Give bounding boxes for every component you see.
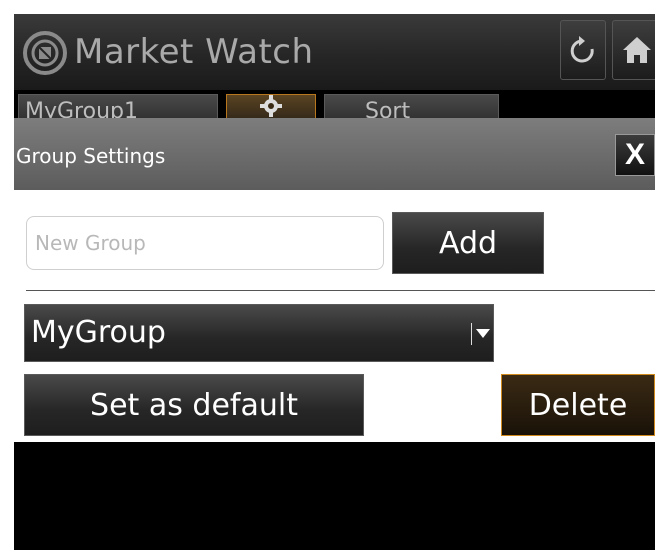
delete-button[interactable]: Delete xyxy=(501,374,655,436)
set-default-button[interactable]: Set as default xyxy=(24,374,364,436)
device-screen: Market Watch MyGroup1 Sort Group Setting… xyxy=(14,14,655,550)
home-icon xyxy=(623,37,651,63)
add-button[interactable]: Add xyxy=(392,212,544,274)
dialog-title: Group Settings xyxy=(16,144,166,168)
chevron-down-icon xyxy=(476,329,490,338)
group-settings-dialog: Group Settings X Add MyGroup Set as defa… xyxy=(14,118,655,442)
app-title: Market Watch xyxy=(74,32,314,72)
refresh-button[interactable] xyxy=(560,20,606,80)
dialog-titlebar: Group Settings X xyxy=(14,118,655,190)
market-watch-logo-icon xyxy=(23,31,67,75)
refresh-icon xyxy=(570,36,594,63)
close-button[interactable]: X xyxy=(615,134,655,176)
home-button[interactable] xyxy=(612,20,655,80)
divider xyxy=(26,290,655,291)
group-select[interactable]: MyGroup xyxy=(24,304,494,362)
select-separator xyxy=(471,323,472,345)
gear-icon xyxy=(260,95,282,117)
app-header: Market Watch xyxy=(14,14,655,90)
new-group-input[interactable] xyxy=(26,216,384,270)
group-select-value: MyGroup xyxy=(31,315,166,350)
